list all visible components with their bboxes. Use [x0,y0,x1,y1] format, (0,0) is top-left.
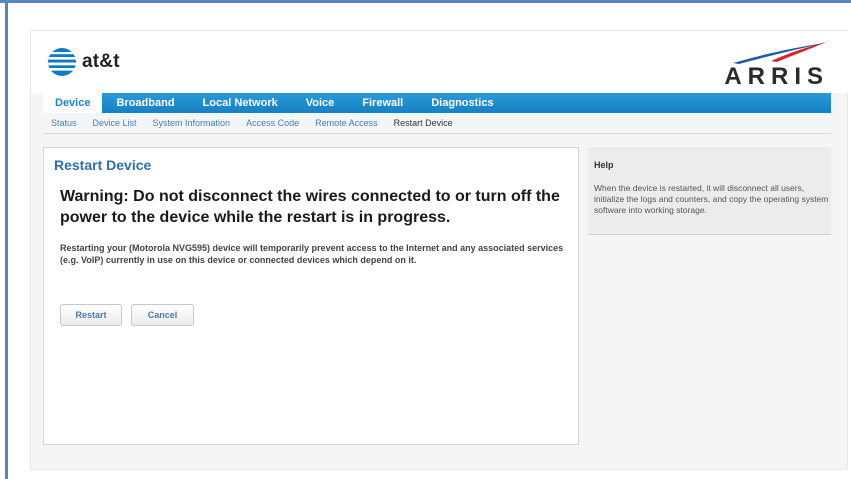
att-globe-icon [48,48,76,76]
arris-logo: ARRIS [689,41,829,91]
info-text: Restarting your (Motorola NVG595) device… [60,243,564,265]
sub-nav: Status Device List System Information Ac… [43,113,831,134]
arris-wordmark: ARRIS [724,63,829,90]
subtab-restart-device[interactable]: Restart Device [386,118,461,128]
help-panel: Help When the device is restarted, it wi… [588,147,831,235]
tab-device[interactable]: Device [43,93,103,113]
subtab-status[interactable]: Status [43,118,85,128]
main-nav: Device Broadband Local Network Voice Fir… [43,93,831,113]
header: at&t ARRIS [31,31,849,93]
warning-text: Warning: Do not disconnect the wires con… [60,188,560,226]
tab-local-network[interactable]: Local Network [189,93,292,113]
window-frame-left [5,3,8,479]
window-frame-top [0,0,851,3]
restart-button[interactable]: Restart [60,304,122,326]
page-title: Restart Device [54,157,152,173]
att-logo: at&t [47,47,120,77]
arris-swoosh-icon [733,42,826,64]
content-panel: Restart Device Warning: Do not disconnec… [43,147,579,445]
subtab-access-code[interactable]: Access Code [238,118,307,128]
tab-firewall[interactable]: Firewall [348,93,417,113]
subtab-device-list[interactable]: Device List [85,118,145,128]
tab-voice[interactable]: Voice [292,93,349,113]
subtab-system-information[interactable]: System Information [145,118,239,128]
help-title: Help [594,160,614,170]
help-text: When the device is restarted, it will di… [594,183,829,215]
router-admin-page: at&t ARRIS Device Broadband Local Networ… [30,30,849,470]
subtab-remote-access[interactable]: Remote Access [307,118,386,128]
cancel-button[interactable]: Cancel [131,304,194,326]
att-wordmark: at&t [82,51,120,72]
tab-broadband[interactable]: Broadband [102,93,188,113]
tab-diagnostics[interactable]: Diagnostics [417,93,507,113]
